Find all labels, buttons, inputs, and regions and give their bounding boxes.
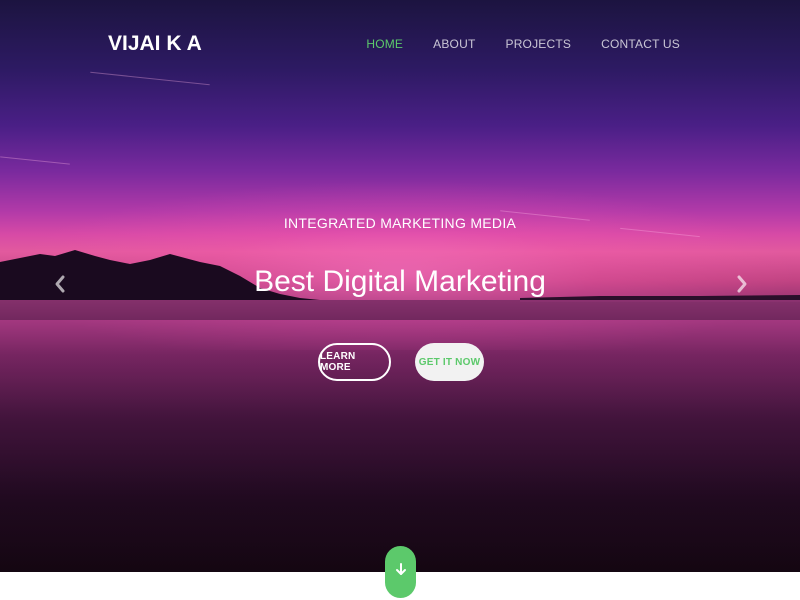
lake-reflection: [0, 300, 800, 572]
get-it-now-button[interactable]: GET IT NOW: [415, 343, 484, 381]
brand-logo[interactable]: VIJAI K A: [108, 32, 202, 56]
nav-item-home[interactable]: HOME: [366, 37, 403, 51]
sky-streak: [0, 156, 70, 165]
hero-section: VIJAI K A HOME ABOUT PROJECTS CONTACT US…: [0, 0, 800, 572]
nav-item-projects[interactable]: PROJECTS: [505, 37, 571, 51]
scroll-down-button[interactable]: [385, 546, 416, 598]
nav-item-contact-us[interactable]: CONTACT US: [601, 37, 680, 51]
top-navbar: VIJAI K A HOME ABOUT PROJECTS CONTACT US: [0, 0, 800, 90]
arrow-down-icon: [395, 562, 407, 582]
nav-item-about[interactable]: ABOUT: [433, 37, 475, 51]
hero-headline: Best Digital Marketing: [254, 265, 546, 298]
hero-subtitle: INTEGRATED MARKETING MEDIA: [283, 215, 517, 231]
learn-more-button[interactable]: LEARN MORE: [318, 343, 391, 381]
chevron-left-icon[interactable]: [54, 274, 66, 300]
main-nav: HOME ABOUT PROJECTS CONTACT US: [366, 37, 680, 51]
chevron-right-icon[interactable]: [736, 274, 748, 300]
